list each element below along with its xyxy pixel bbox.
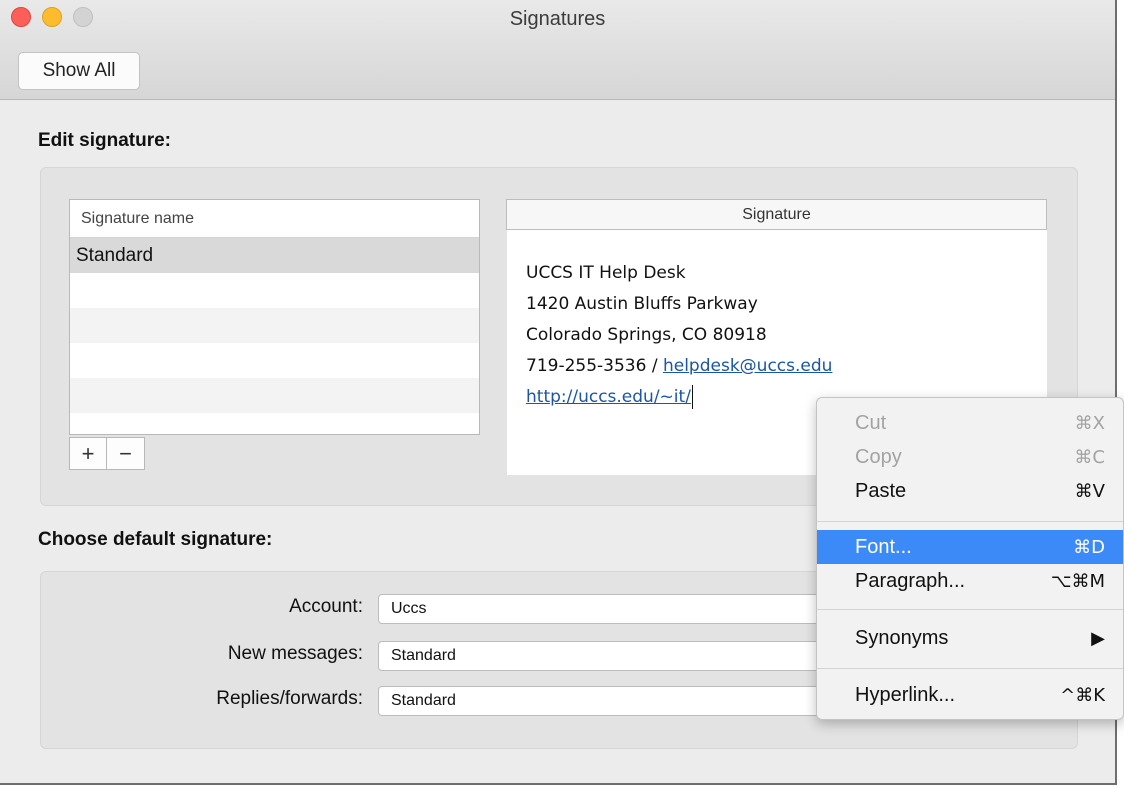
menu-separator [817, 609, 1123, 610]
minus-icon: − [119, 440, 132, 466]
hyperlink-shortcut: ^⌘K [1060, 684, 1105, 706]
replies-forwards-popup[interactable]: Standard [378, 686, 838, 716]
menu-separator [817, 668, 1123, 669]
window-title: Signatures [509, 8, 606, 30]
url-link[interactable]: http://uccs.edu/~it/ [526, 387, 691, 407]
menu-item-copy[interactable]: Copy ⌘C [817, 440, 1123, 474]
edit-signature-label: Edit signature: [38, 130, 172, 151]
account-popup[interactable]: Uccs [378, 594, 838, 624]
menu-item-font[interactable]: Font... ⌘D [817, 530, 1123, 564]
menu-separator [817, 521, 1123, 522]
email-link[interactable]: helpdesk@uccs.edu [663, 356, 832, 376]
signature-line: 1420 Austin Bluffs Parkway [526, 294, 758, 314]
replies-forwards-label: Replies/forwards: [216, 688, 363, 709]
paste-shortcut: ⌘V [1074, 480, 1105, 502]
choose-default-label: Choose default signature: [38, 529, 273, 550]
new-messages-popup[interactable]: Standard [378, 641, 838, 671]
phone-text: 719-255-3536 / [526, 356, 663, 376]
show-all-button[interactable]: Show All [18, 52, 140, 90]
menu-item-paragraph[interactable]: Paragraph... ⌥⌘M [817, 564, 1123, 598]
context-menu: Cut ⌘X Copy ⌘C Paste ⌘V Font... ⌘D Paragraph… [816, 397, 1124, 720]
signature-name-header[interactable]: Signature name [70, 200, 479, 238]
empty-row [70, 308, 479, 343]
remove-signature-button[interactable]: − [107, 437, 145, 470]
text-cursor [691, 385, 693, 409]
signature-line: Colorado Springs, CO 80918 [526, 325, 767, 345]
empty-row [70, 273, 479, 308]
title-bar: Signatures Show All [0, 0, 1115, 100]
new-messages-label: New messages: [227, 643, 363, 664]
menu-item-hyperlink[interactable]: Hyperlink... ^⌘K [817, 678, 1123, 712]
cut-shortcut: ⌘X [1074, 412, 1105, 434]
menu-item-paste[interactable]: Paste ⌘V [817, 474, 1123, 508]
font-shortcut: ⌘D [1073, 536, 1105, 558]
signature-line: 719-255-3536 / helpdesk@uccs.edu [526, 351, 1047, 382]
copy-shortcut: ⌘C [1074, 446, 1105, 468]
signature-name-list[interactable]: Signature name Standard [69, 199, 480, 435]
plus-icon: + [81, 440, 95, 466]
add-signature-button[interactable]: + [69, 437, 107, 470]
paragraph-shortcut: ⌥⌘M [1050, 570, 1105, 592]
menu-item-cut[interactable]: Cut ⌘X [817, 406, 1123, 440]
signature-header: Signature [506, 199, 1047, 230]
account-label: Account: [289, 596, 363, 617]
signature-row-standard[interactable]: Standard [70, 238, 479, 273]
signature-line: UCCS IT Help Desk [526, 263, 686, 283]
empty-row [70, 343, 479, 378]
add-remove-buttons: + − [69, 437, 151, 470]
menu-item-synonyms[interactable]: Synonyms ▶ [817, 621, 1123, 655]
submenu-arrow-icon: ▶ [1091, 627, 1105, 649]
empty-row [70, 378, 479, 413]
